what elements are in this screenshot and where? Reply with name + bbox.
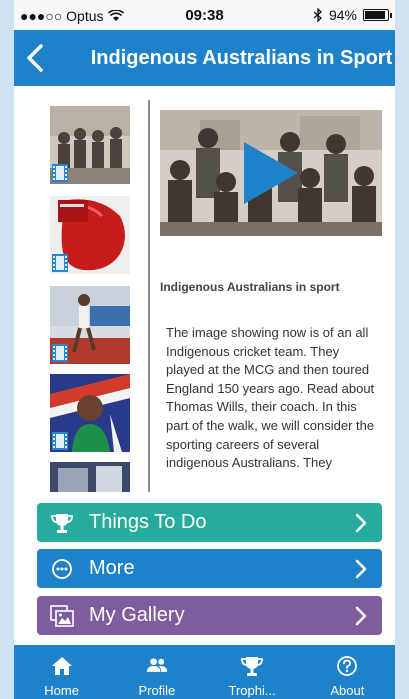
my-gallery-button[interactable]: My Gallery (37, 596, 382, 635)
battery-info: 94% (313, 7, 392, 23)
tab-home-label: Home (44, 683, 79, 698)
film-icon (52, 344, 68, 362)
article-heading: Indigenous Australians in sport (160, 280, 340, 294)
status-bar: ●●●○○ Optus 09:38 94% (14, 0, 395, 30)
back-button[interactable] (20, 40, 50, 76)
tab-home[interactable]: Home (14, 645, 109, 699)
things-to-do-label: Things To Do (89, 511, 207, 533)
users-icon (146, 658, 168, 672)
thumb-boxing-glove[interactable] (50, 196, 130, 274)
video-player[interactable] (160, 110, 382, 236)
chevron-right-icon (355, 513, 367, 532)
gallery-icon (49, 603, 75, 629)
tab-about[interactable]: About (300, 645, 395, 699)
thumb-athlete-track[interactable] (50, 286, 130, 364)
thumb-athlete-flag[interactable] (50, 374, 130, 452)
question-circle-icon (337, 656, 358, 676)
tab-trophies-label: Trophi... (228, 683, 276, 698)
my-gallery-label: My Gallery (89, 604, 185, 626)
thumb-partial[interactable] (50, 462, 130, 492)
trophy-icon (241, 657, 264, 676)
tab-bar: Home Profile Trophi... About (14, 645, 395, 699)
chevron-right-icon (355, 559, 367, 578)
things-to-do-button[interactable]: Things To Do (37, 503, 382, 542)
film-icon (52, 164, 68, 182)
bluetooth-icon (313, 8, 322, 22)
tab-about-label: About (330, 683, 365, 698)
battery-percent: 94% (328, 7, 357, 23)
chevron-left-icon (27, 44, 43, 72)
battery-icon (363, 9, 392, 21)
tab-trophies[interactable]: Trophi... (205, 645, 300, 699)
trophy-icon (49, 510, 75, 536)
app-screen: ●●●○○ Optus 09:38 94% Indigenous Austral… (14, 0, 395, 699)
chevron-right-icon (355, 606, 367, 625)
film-icon (52, 432, 68, 450)
tab-profile-label: Profile (138, 683, 176, 698)
more-label: More (89, 557, 135, 579)
play-icon[interactable] (240, 140, 300, 206)
more-button[interactable]: More (37, 549, 382, 588)
film-icon (52, 254, 68, 272)
thumb-cricket-team[interactable] (50, 106, 130, 184)
tab-profile[interactable]: Profile (109, 645, 204, 699)
article-body: The image showing now is of an all Indig… (166, 325, 375, 471)
more-circle-icon (49, 556, 75, 582)
page-title: Indigenous Australians in Sport (90, 47, 393, 69)
column-divider (148, 100, 150, 492)
nav-bar: Indigenous Australians in Sport (14, 30, 395, 86)
thumbnail-strip[interactable] (50, 106, 130, 492)
home-icon (51, 657, 72, 675)
